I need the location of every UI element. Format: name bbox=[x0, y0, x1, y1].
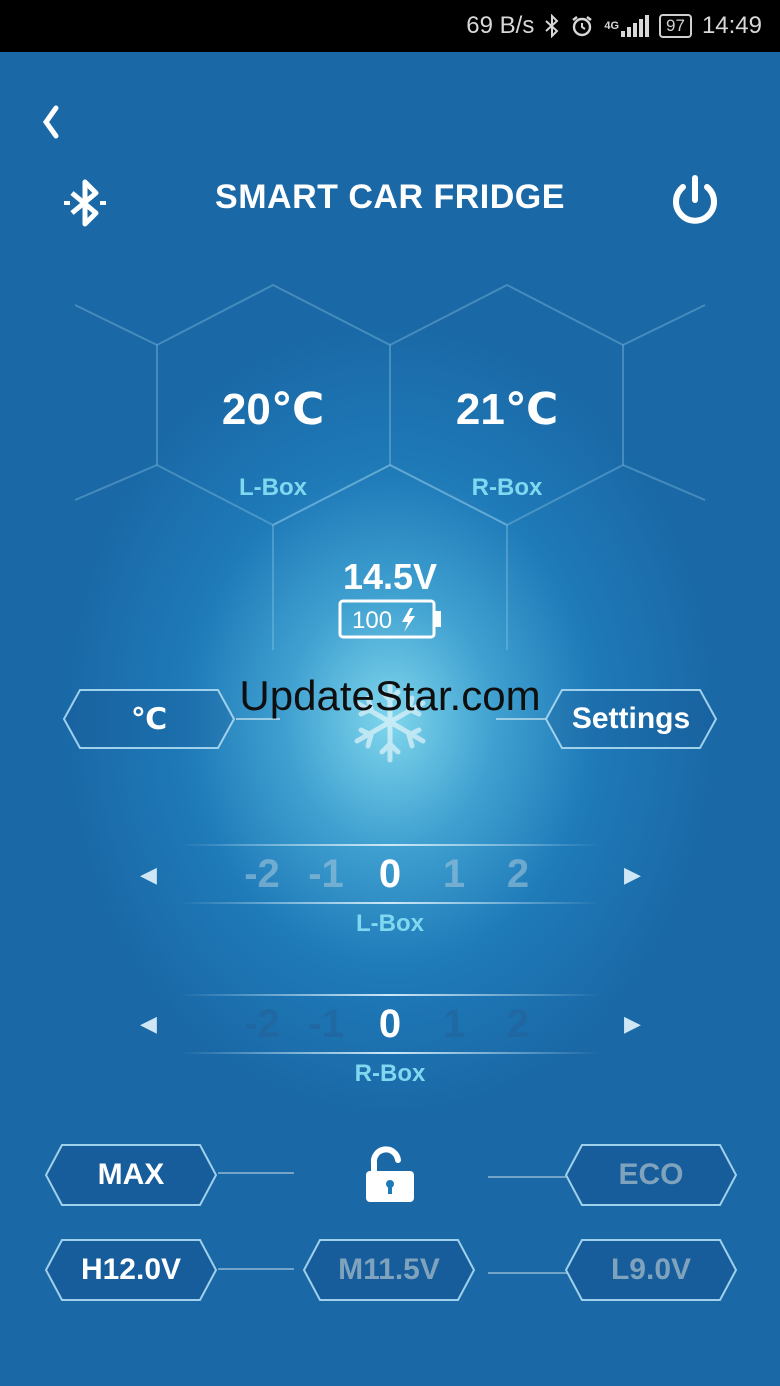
picker-value[interactable]: 2 bbox=[500, 1002, 536, 1047]
unlock-icon[interactable] bbox=[360, 1146, 420, 1204]
r-box-offset-picker[interactable]: -2 -1 0 1 2 bbox=[170, 1002, 610, 1047]
picker-line bbox=[180, 994, 600, 996]
divider bbox=[488, 1272, 568, 1274]
alarm-icon bbox=[570, 14, 594, 38]
l-box-decrease-arrow-icon[interactable]: ◀ bbox=[140, 862, 157, 888]
eco-label: ECO bbox=[618, 1158, 684, 1191]
medium-voltage-button[interactable]: M11.5V bbox=[302, 1238, 476, 1302]
page-title: SMART CAR FRIDGE bbox=[215, 178, 565, 216]
high-voltage-button[interactable]: H12.0V bbox=[44, 1238, 218, 1302]
picker-line bbox=[180, 1052, 600, 1054]
status-bar: 69 B/s 4G 97 14:49 bbox=[0, 0, 780, 52]
r-box-decrease-arrow-icon[interactable]: ◀ bbox=[140, 1011, 157, 1037]
signal-icon: 4G bbox=[604, 15, 650, 37]
picker-line bbox=[180, 844, 600, 846]
supply-voltage: 14.5V bbox=[342, 556, 438, 597]
watermark: UpdateStar.com bbox=[239, 672, 541, 719]
max-label: MAX bbox=[97, 1158, 165, 1191]
picker-value[interactable]: 1 bbox=[436, 1002, 472, 1047]
net-speed: 69 B/s bbox=[466, 12, 535, 39]
l-box-increase-arrow-icon[interactable]: ▶ bbox=[624, 862, 641, 888]
fridge-screen: { "status_bar": { "net_speed": "69 B/s",… bbox=[0, 0, 780, 1386]
r-box-picker-label: R-Box bbox=[354, 1060, 426, 1087]
battery-level-text: 100 bbox=[352, 607, 393, 634]
divider bbox=[488, 1176, 568, 1178]
divider bbox=[218, 1268, 294, 1270]
back-chevron-icon[interactable] bbox=[38, 104, 64, 140]
battery-level-icon: 100 bbox=[338, 598, 444, 642]
divider bbox=[218, 1172, 294, 1174]
picker-selected-value[interactable]: 0 bbox=[372, 852, 408, 897]
picker-value[interactable]: -2 bbox=[244, 852, 280, 897]
power-icon[interactable] bbox=[666, 172, 724, 230]
picker-value[interactable]: -1 bbox=[308, 852, 344, 897]
l-box-picker-label: L-Box bbox=[356, 910, 424, 937]
eco-mode-button[interactable]: ECO bbox=[564, 1143, 738, 1207]
low-voltage-button[interactable]: L9.0V bbox=[564, 1238, 738, 1302]
battery-icon: 97 bbox=[659, 14, 692, 38]
l-box-offset-picker[interactable]: -2 -1 0 1 2 bbox=[170, 852, 610, 897]
r-box-increase-arrow-icon[interactable]: ▶ bbox=[624, 1011, 641, 1037]
network-type: 4G bbox=[604, 19, 620, 32]
clock: 14:49 bbox=[701, 12, 762, 39]
picker-value[interactable]: 2 bbox=[500, 852, 536, 897]
picker-value[interactable]: 1 bbox=[436, 852, 472, 897]
low-voltage-label: L9.0V bbox=[610, 1253, 692, 1286]
picker-line bbox=[180, 902, 600, 904]
picker-selected-value[interactable]: 0 bbox=[372, 1002, 408, 1047]
l-box-label: L-Box bbox=[239, 474, 307, 501]
l-box-temperature: 20℃ bbox=[221, 385, 325, 434]
picker-value[interactable]: -2 bbox=[244, 1002, 280, 1047]
r-box-label: R-Box bbox=[471, 474, 543, 501]
max-mode-button[interactable]: MAX bbox=[44, 1143, 218, 1207]
medium-voltage-label: M11.5V bbox=[338, 1253, 440, 1286]
picker-value[interactable]: -1 bbox=[308, 1002, 344, 1047]
bluetooth-status-icon bbox=[544, 14, 560, 38]
high-voltage-label: H12.0V bbox=[80, 1253, 182, 1286]
r-box-temperature: 21℃ bbox=[455, 385, 559, 434]
